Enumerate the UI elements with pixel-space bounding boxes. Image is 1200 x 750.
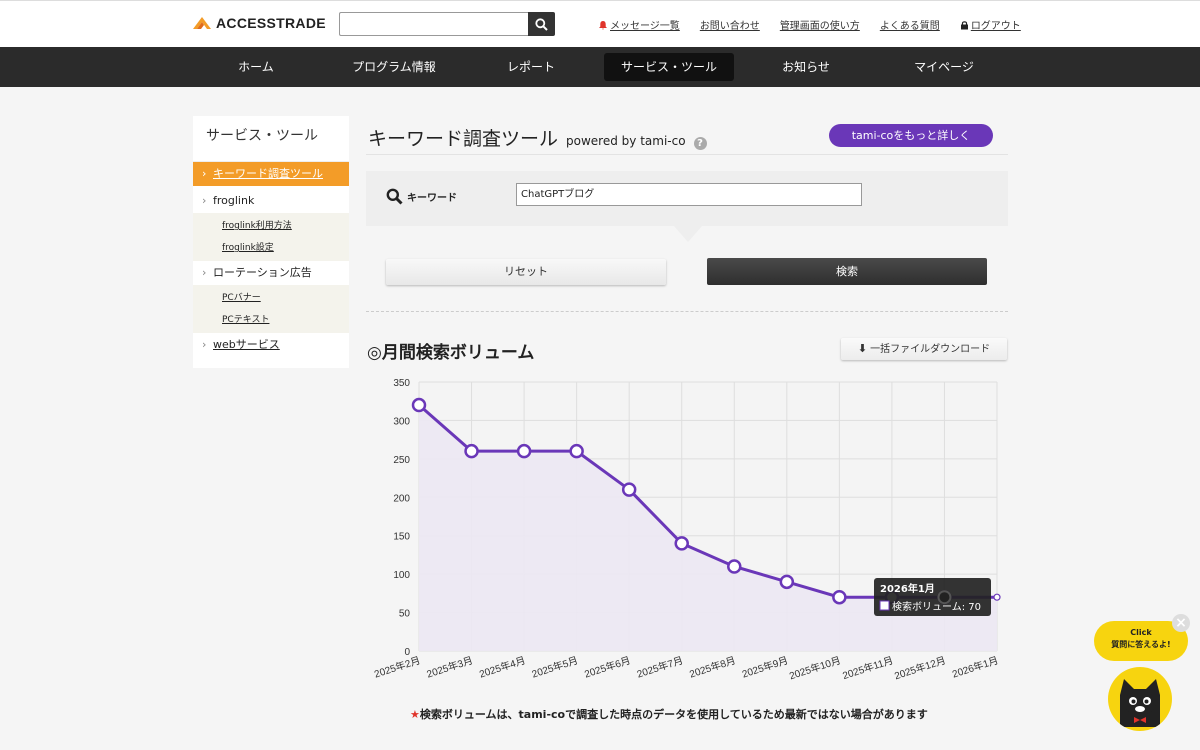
y-tick-label: 250 — [393, 455, 410, 466]
rotation-ads-submenu: PCバナー PCテキスト — [193, 285, 349, 333]
volume-chart-svg: 0501001502002503003502025年2月 2025年3月 2025年… — [372, 378, 1001, 682]
x-tick-label: 2025年8月 — [688, 653, 737, 680]
sidebar: サービス・ツール › キーワード調査ツール › froglink froglin… — [193, 116, 349, 368]
faq-link[interactable]: よくある質問 — [880, 17, 940, 32]
search-button[interactable]: 検索 — [707, 258, 987, 285]
sidebar-item-froglink[interactable]: › froglink — [193, 189, 349, 213]
panel-notch — [674, 226, 702, 242]
logo-mark-icon — [193, 17, 211, 29]
site-search-button[interactable] — [528, 12, 555, 36]
x-tick-label: 2025年6月 — [583, 653, 632, 680]
usage-guide-link[interactable]: 管理画面の使い方 — [780, 17, 860, 32]
y-tick-label: 150 — [393, 532, 410, 543]
sidebar-item-web-services[interactable]: › webサービス — [193, 333, 349, 357]
sidebar-item-keyword-tool[interactable]: › キーワード調査ツール — [193, 162, 349, 186]
data-point — [832, 589, 847, 605]
x-tick-label: 2025年10月 — [788, 653, 843, 682]
site-search — [339, 12, 555, 36]
sidebar-item-rotation-ads[interactable]: › ローテーション広告 — [193, 261, 349, 285]
chevron-right-icon: › — [202, 194, 207, 207]
section-divider — [366, 311, 1008, 312]
data-point — [727, 559, 742, 574]
keyword-input[interactable]: ChatGPTブログ — [516, 183, 862, 206]
data-point — [569, 443, 584, 459]
data-point — [411, 397, 427, 413]
nav-report[interactable]: レポート — [481, 53, 581, 81]
y-tick-label: 100 — [393, 570, 410, 581]
keyword-label: キーワード — [386, 188, 457, 205]
monthly-volume-title: ◎月間検索ボリューム — [367, 343, 535, 363]
nav-news[interactable]: お知らせ — [756, 53, 856, 81]
data-point — [779, 574, 795, 590]
title-divider — [366, 154, 1008, 155]
nav-services-tools[interactable]: サービス・ツール — [604, 53, 734, 81]
page-title: キーワード調査ツール powered by tami-co ? — [368, 124, 707, 151]
page-title-text: キーワード調査ツール — [368, 128, 559, 150]
x-tick-label: 2025年12月 — [893, 653, 948, 682]
chevron-right-icon: › — [202, 266, 207, 279]
keyword-panel: キーワード ChatGPTブログ — [366, 171, 1008, 242]
data-point — [621, 482, 637, 497]
download-arrow-icon: ⬇ — [857, 342, 868, 355]
tooltip-swatch — [879, 600, 890, 611]
top-header: ACCESSTRADE メッセージ一覧 お問い合わせ 管理画面の使い方 よくある… — [0, 0, 1200, 47]
sidebar-title: サービス・ツール — [193, 116, 349, 162]
accesstrade-logo[interactable]: ACCESSTRADE — [193, 15, 326, 31]
data-point — [516, 443, 532, 459]
x-tick-label: 2025年3月 — [425, 653, 474, 680]
sidebar-sub-froglink-usage[interactable]: froglink利用方法 — [222, 215, 349, 237]
data-point — [464, 443, 479, 459]
chevron-right-icon: › — [202, 167, 207, 180]
x-tick-label: 2025年5月 — [530, 653, 579, 680]
y-tick-label: 50 — [399, 609, 411, 620]
bulk-download-button[interactable]: ⬇ 一括ファイルダウンロード — [841, 338, 1007, 360]
nav-home[interactable]: ホーム — [206, 53, 306, 81]
nav-mypage[interactable]: マイページ — [893, 53, 995, 81]
y-tick-label: 350 — [393, 378, 410, 389]
lock-icon — [960, 20, 968, 29]
main-nav: ホーム プログラム情報 レポート サービス・ツール お知らせ マイページ — [0, 47, 1200, 87]
cat-mascot-icon — [1120, 679, 1160, 727]
x-tick-label: 2025年9月 — [740, 653, 789, 680]
cat-mascot-avatar[interactable] — [1108, 667, 1172, 731]
magnifier-icon — [386, 188, 403, 205]
star-icon: ★ — [410, 708, 420, 721]
y-tick-label: 200 — [393, 493, 410, 504]
nav-program-info[interactable]: プログラム情報 — [334, 53, 454, 81]
tooltip-point — [937, 590, 952, 605]
site-search-input[interactable] — [339, 12, 528, 36]
froglink-submenu: froglink利用方法 froglink設定 — [193, 213, 349, 261]
close-icon[interactable]: × — [1172, 614, 1190, 632]
y-tick-label: 0 — [404, 647, 410, 658]
data-point — [674, 536, 689, 551]
bell-icon — [599, 20, 607, 30]
x-tick-label: 2025年2月 — [372, 653, 421, 680]
help-icon[interactable]: ? — [693, 137, 707, 150]
logout-link[interactable]: ログアウト — [960, 17, 1021, 32]
x-tick-label: 2025年11月 — [841, 653, 895, 682]
tamico-details-button[interactable]: tami-coをもっと詳しく — [829, 124, 993, 147]
data-point — [993, 593, 1001, 601]
header-links: メッセージ一覧 お問い合わせ 管理画面の使い方 よくある質問 ログアウト — [598, 17, 1021, 32]
reset-button[interactable]: リセット — [386, 259, 666, 285]
sidebar-sub-pc-banner[interactable]: PCバナー — [222, 287, 349, 309]
contact-link[interactable]: お問い合わせ — [700, 17, 760, 32]
sidebar-sub-froglink-settings[interactable]: froglink設定 — [222, 237, 349, 259]
x-tick-label: 2026年1月 — [950, 653, 999, 680]
search-icon — [535, 17, 548, 31]
y-tick-label: 300 — [393, 416, 410, 427]
powered-by-text: powered by tami-co — [566, 134, 686, 148]
volume-chart: 0 50 100 150 200 250 300 350 2025年2月 2025年3月 2025年… — [360, 372, 1005, 690]
logo-text: ACCESSTRADE — [216, 15, 326, 31]
x-tick-label: 2025年7月 — [635, 653, 684, 680]
data-disclaimer: ★検索ボリュームは、tami-coで調査した時点のデータを使用しているため最新で… — [410, 708, 928, 721]
x-tick-label: 2025年4月 — [478, 653, 527, 680]
tooltip-value: 検索ボリューム: 70 — [892, 600, 981, 613]
sidebar-sub-pc-text[interactable]: PCテキスト — [222, 309, 349, 331]
tooltip-title: 2026年1月 — [880, 582, 935, 595]
chevron-right-icon: › — [202, 338, 207, 351]
messages-link[interactable]: メッセージ一覧 — [598, 17, 680, 32]
